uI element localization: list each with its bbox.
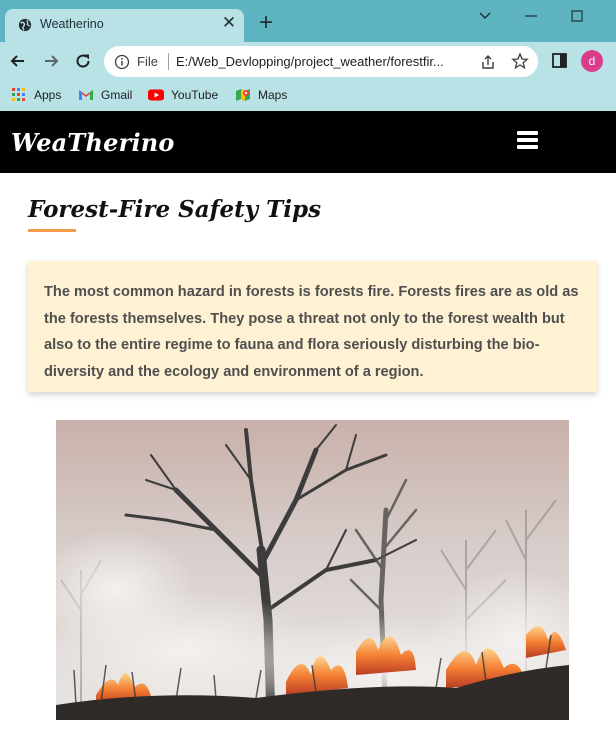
maps-icon	[236, 89, 250, 101]
bookmark-youtube[interactable]: YouTube	[148, 86, 218, 104]
forward-arrow-icon[interactable]	[41, 51, 61, 71]
menu-bar	[517, 131, 538, 135]
share-icon[interactable]	[479, 53, 497, 71]
forest-fire-illustration	[56, 420, 569, 720]
bookmark-apps[interactable]: Apps	[11, 86, 61, 104]
bookmark-label: Apps	[34, 88, 62, 102]
intro-card: The most common hazard in forests is for…	[28, 261, 597, 392]
bookmark-star-icon[interactable]	[511, 52, 529, 70]
minimize-icon[interactable]	[522, 8, 540, 24]
apps-grid-icon	[12, 88, 25, 101]
browser-tab[interactable]: Weatherino ✕	[5, 9, 244, 42]
menu-bar	[517, 145, 538, 149]
divider	[168, 53, 169, 70]
bookmarks-bar: Apps Gmail YouTube Maps	[0, 80, 616, 111]
tab-title: Weatherino	[40, 17, 104, 31]
chevron-down-icon[interactable]	[476, 8, 494, 24]
bookmark-label: YouTube	[171, 88, 219, 102]
reload-icon[interactable]	[73, 51, 93, 71]
intro-line: diversity and the ecology and environmen…	[44, 363, 424, 380]
site-logo[interactable]: WeaTherino	[11, 128, 175, 157]
browser-chrome: Weatherino ✕ + File E:/Web_Devlopping/pr…	[0, 0, 616, 111]
browser-toolbar: File E:/Web_Devlopping/project_weather/f…	[0, 42, 616, 80]
globe-icon	[18, 18, 32, 32]
profile-avatar[interactable]: d	[581, 50, 603, 72]
bookmark-label: Gmail	[101, 88, 133, 102]
maximize-icon[interactable]	[568, 8, 586, 24]
side-panel-icon[interactable]	[552, 53, 567, 68]
menu-bar	[517, 138, 538, 142]
url-scheme: File	[137, 54, 158, 69]
gmail-icon	[79, 90, 93, 100]
bookmark-maps[interactable]: Maps	[235, 86, 287, 104]
hamburger-menu-icon[interactable]	[517, 131, 538, 149]
intro-line: The most common hazard in forests is for…	[44, 284, 559, 300]
site-header: WeaTherino	[0, 111, 616, 173]
title-bar: Weatherino ✕ +	[0, 0, 616, 42]
back-arrow-icon[interactable]	[8, 51, 28, 71]
intro-paragraph: The most common hazard in forests is for…	[44, 279, 585, 385]
forest-fire-photo	[56, 420, 569, 720]
bookmark-label: Maps	[258, 88, 288, 102]
address-bar[interactable]: File E:/Web_Devlopping/project_weather/f…	[104, 46, 538, 77]
title-underline	[28, 229, 76, 232]
youtube-icon	[148, 89, 164, 101]
page-title: Forest-Fire Safety Tips	[28, 196, 322, 223]
url-text[interactable]: E:/Web_Devlopping/project_weather/forest…	[176, 54, 471, 69]
close-tab-icon[interactable]: ✕	[220, 14, 238, 32]
new-tab-icon[interactable]: +	[256, 11, 276, 35]
bookmark-gmail[interactable]: Gmail	[78, 86, 132, 104]
info-icon[interactable]	[114, 54, 130, 70]
